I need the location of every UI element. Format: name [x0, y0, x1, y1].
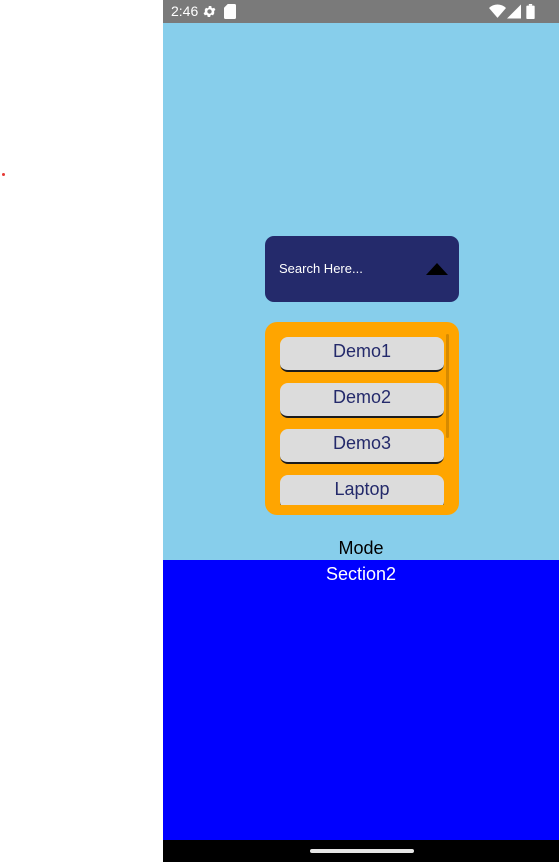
mode-label: Mode — [338, 538, 384, 558]
marker-dot — [2, 173, 5, 176]
list-item-demo1[interactable]: Demo1 — [280, 337, 444, 372]
screen: 2:46 Search Here... Demo1 Demo2 Demo3 La… — [0, 0, 559, 862]
search-placeholder: Search Here... — [279, 261, 363, 276]
list-item-demo3[interactable]: Demo3 — [280, 429, 444, 464]
dropdown-list-panel: Demo1 Demo2 Demo3 Laptop — [265, 322, 459, 515]
search-dropdown-toggle[interactable]: Search Here... — [265, 236, 459, 302]
wifi-icon — [489, 4, 506, 18]
section2-panel: Section2 — [163, 560, 559, 840]
list-item-demo2[interactable]: Demo2 — [280, 383, 444, 418]
dropdown-list[interactable]: Demo1 Demo2 Demo3 Laptop — [280, 337, 444, 505]
status-time: 2:46 — [171, 3, 199, 19]
status-bar: 2:46 — [163, 0, 559, 23]
settings-gear-icon — [203, 6, 216, 17]
app-window: 2:46 Search Here... Demo1 Demo2 Demo3 La… — [163, 0, 559, 862]
battery-icon — [526, 4, 535, 19]
scrollbar-thumb[interactable] — [446, 334, 449, 438]
section2-title: Section2 — [325, 564, 397, 584]
signal-icon — [507, 4, 521, 19]
caret-up-icon[interactable] — [426, 263, 448, 275]
list-item-laptop[interactable]: Laptop — [280, 475, 444, 505]
navigation-bar — [163, 840, 559, 862]
sd-card-icon — [224, 4, 236, 19]
home-indicator[interactable] — [310, 849, 414, 853]
